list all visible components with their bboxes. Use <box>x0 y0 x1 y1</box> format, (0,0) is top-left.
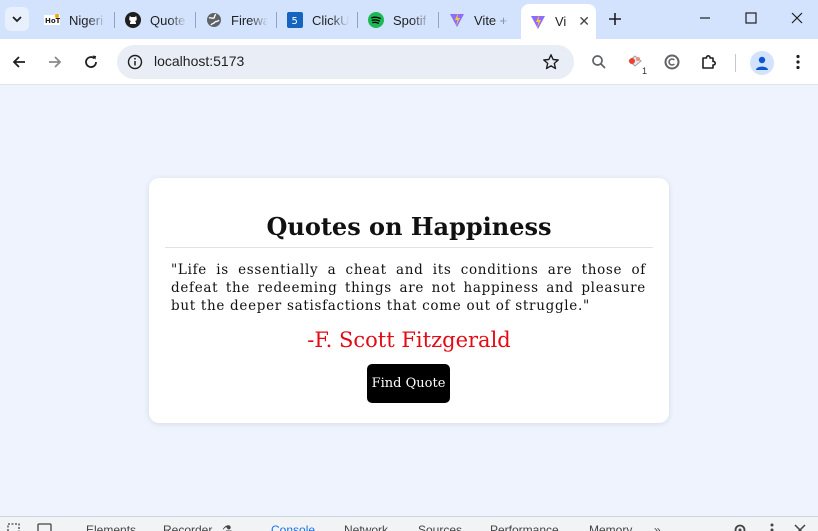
minimize-button[interactable] <box>682 0 728 36</box>
reload-icon <box>85 55 97 68</box>
more-vertical-icon <box>796 54 800 70</box>
find-quote-button[interactable]: Find Quote <box>367 364 450 403</box>
vite-icon <box>449 12 465 28</box>
tab-strip: HoT Nigeri Quote Firewa 5 ClickU Spo <box>0 0 818 39</box>
maximize-button[interactable] <box>728 0 774 36</box>
person-icon <box>756 56 768 70</box>
tab-quote[interactable]: Quote <box>125 6 187 34</box>
element-picker-icon[interactable] <box>7 521 23 531</box>
github-icon <box>125 12 141 28</box>
devtools-tab-elements[interactable]: Elements <box>86 523 136 531</box>
plus-icon <box>609 13 621 25</box>
devtools-tab-network[interactable]: Network <box>344 523 388 531</box>
settings-gear-icon[interactable] <box>732 521 748 531</box>
new-tab-button[interactable] <box>605 9 625 29</box>
spotify-icon <box>368 12 384 28</box>
tab-clickup[interactable]: 5 ClickU <box>287 6 349 34</box>
zoom-search-button[interactable] <box>588 51 610 73</box>
title-divider <box>165 247 653 248</box>
copyright-icon <box>664 54 680 70</box>
puzzle-icon <box>702 55 716 69</box>
devtools-tab-recorder[interactable]: Recorder <box>163 523 212 531</box>
browser-menu-button[interactable] <box>787 51 809 73</box>
copyright-extension-button[interactable] <box>661 51 683 73</box>
svg-text:5: 5 <box>292 16 298 27</box>
url-text[interactable]: localhost:5173 <box>154 53 244 69</box>
clickup-icon: 5 <box>287 12 303 28</box>
svg-text:HoT: HoT <box>45 17 60 25</box>
profile-avatar[interactable] <box>750 51 774 75</box>
forward-button[interactable] <box>43 50 67 74</box>
tab-vite[interactable]: Vite + <box>449 6 511 34</box>
quote-card: Quotes on Happiness "Life is essentially… <box>149 178 669 423</box>
bookmark-star-icon[interactable] <box>542 53 560 71</box>
tab-firewall[interactable]: Firewa <box>206 6 268 34</box>
tab-nigeria[interactable]: HoT Nigeri <box>44 6 106 34</box>
flask-icon: ⚗ <box>222 523 233 531</box>
tab-title: Vi <box>555 14 567 29</box>
close-tab-icon[interactable]: ✕ <box>578 13 590 29</box>
close-icon <box>791 12 803 24</box>
tab-search-button[interactable] <box>5 7 29 31</box>
more-tabs-icon[interactable]: » <box>654 523 661 531</box>
tab-spotify[interactable]: Spotif <box>368 6 430 34</box>
more-vertical-icon[interactable] <box>764 521 780 531</box>
chevron-down-icon <box>12 16 22 23</box>
minimize-icon <box>700 17 710 19</box>
tab-vite-active[interactable]: Vi ✕ <box>521 4 596 39</box>
devtools-tab-sources[interactable]: Sources <box>418 523 462 531</box>
address-bar[interactable]: localhost:5173 <box>117 45 574 79</box>
reload-button[interactable] <box>79 50 103 74</box>
search-icon <box>592 55 606 69</box>
maximize-icon <box>745 12 757 24</box>
close-devtools-icon[interactable] <box>792 521 808 531</box>
hot-logo-icon: HoT <box>44 12 60 28</box>
extension-button[interactable]: 1 <box>624 51 648 76</box>
devtools-tab-console[interactable]: Console <box>271 523 315 531</box>
quote-text: "Life is essentially a cheat and its con… <box>171 262 646 314</box>
extensions-menu-button[interactable] <box>698 51 720 73</box>
back-button[interactable] <box>7 50 31 74</box>
device-toolbar-icon[interactable] <box>37 521 53 531</box>
page-title: Quotes on Happiness <box>266 212 552 241</box>
page-viewport: Quotes on Happiness "Life is essentially… <box>0 86 818 516</box>
devtools-panel: Elements Recorder ⚗ Console Network Sour… <box>0 516 818 531</box>
site-info-icon[interactable] <box>127 54 143 70</box>
arrow-left-icon <box>12 56 25 68</box>
quote-author: -F. Scott Fitzgerald <box>307 328 511 352</box>
extension-badge: 1 <box>640 66 648 76</box>
devtools-tab-memory[interactable]: Memory <box>589 523 632 531</box>
arrow-right-icon <box>49 56 62 68</box>
globe-icon <box>206 12 222 28</box>
devtools-tab-performance[interactable]: Performance <box>490 523 559 531</box>
browser-toolbar: localhost:5173 1 <box>0 39 818 85</box>
vite-icon <box>530 14 546 30</box>
close-window-button[interactable] <box>774 0 818 36</box>
